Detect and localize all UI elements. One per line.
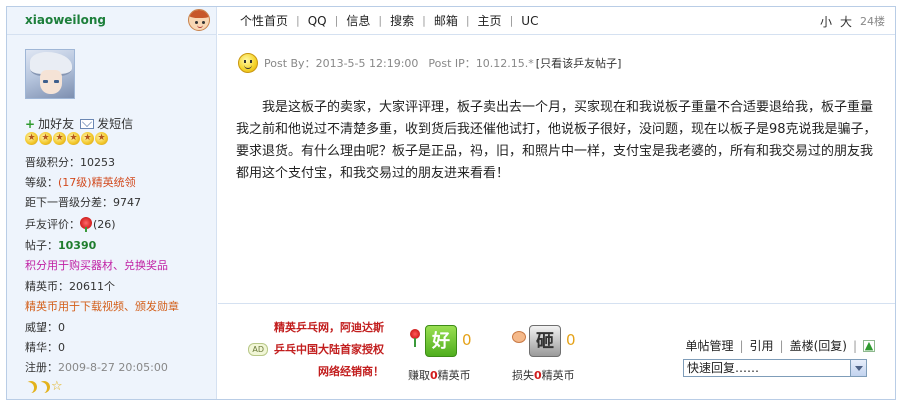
user-sidebar: xiaoweilong + 加好友 发短信 ★ ★ ★ ★ ★ ★ 晋级积分：1… (7, 7, 217, 399)
add-friend-label: 加好友 (38, 117, 75, 131)
vote-bad[interactable]: 砸 0 (512, 325, 576, 357)
user-actions: + 加好友 发短信 (25, 115, 133, 132)
star-icon: ★ (25, 132, 38, 145)
user-face-icon (188, 9, 210, 31)
quick-reply-value: 快速回复…… (687, 361, 760, 375)
post-body: 我是这板子的卖家，大家评评理，板子卖出去一个月，买家现在和我说板子重量不合适要退… (236, 100, 877, 181)
stat-points: 晋级积分：10253 (25, 156, 115, 169)
divider (218, 303, 895, 304)
send-message-button[interactable]: 发短信 (80, 115, 133, 132)
ad-line-1: 精英乒乓网，阿迪达斯 (274, 321, 384, 334)
nav-qq[interactable]: QQ (300, 14, 335, 28)
post-by-label: Post By： (264, 57, 316, 70)
ad-badge: AD (248, 343, 268, 356)
top-nav: 个性首页 | QQ | 信息 | 搜索 | 邮箱 | 主页 | UC 小 大 24楼 (218, 7, 895, 35)
only-this-user-link[interactable]: [只看该乒友帖子] (536, 55, 622, 71)
pig-icon (512, 331, 526, 343)
reply-floor-link[interactable]: 盖楼(回复) (790, 337, 847, 354)
add-friend-button[interactable]: + 加好友 (25, 115, 74, 132)
vote-good[interactable]: 好 0 (408, 325, 472, 357)
rank-stars: ★ ★ ★ ★ ★ ★ (25, 132, 108, 145)
post-ip: 10.12.15.* (475, 56, 534, 70)
nav-uc[interactable]: UC (513, 14, 546, 28)
plus-icon: + (25, 116, 36, 131)
nav-homepage[interactable]: 主页 (470, 12, 510, 29)
post-time: 2013-5-5 12:19:00 (315, 56, 419, 70)
nav-home[interactable]: 个性首页 (232, 12, 296, 29)
ad-line-3: 网络经销商！ (318, 365, 384, 378)
stat-essence: 精华：0 (25, 341, 65, 354)
back-to-top-icon[interactable]: ▲ (863, 339, 875, 352)
points-usage-link[interactable]: 积分用于购买器材、兑换奖品 (25, 258, 215, 274)
star-icon: ★ (95, 132, 108, 145)
stat-posts: 帖子：10390 (25, 239, 97, 252)
user-avatar[interactable] (25, 49, 75, 99)
user-header: xiaoweilong (7, 7, 216, 35)
bad-count: 0 (566, 331, 576, 349)
stat-rating: 乒友评价： (26) (25, 217, 116, 232)
post-frame: xiaoweilong + 加好友 发短信 ★ ★ ★ ★ ★ ★ 晋级积分：1… (6, 6, 896, 400)
star-icon: ★ (67, 132, 80, 145)
post-main: 个性首页 | QQ | 信息 | 搜索 | 邮箱 | 主页 | UC 小 大 24楼 Pos… (218, 7, 895, 399)
nav-mail[interactable]: 邮箱 (426, 12, 466, 29)
nav-search[interactable]: 搜索 (382, 12, 422, 29)
star-icon: ★ (53, 132, 66, 145)
stat-register: 注册：2009-8-27 20:05:00 (25, 361, 168, 374)
moon-icon (38, 381, 50, 393)
medal-icons: ☆ (25, 379, 64, 394)
rose-icon (408, 329, 422, 347)
flower-icon (80, 217, 92, 232)
floor-number: 24楼 (860, 15, 885, 28)
coins-usage-link[interactable]: 精英币用于下载视频、颁发勋章 (25, 299, 215, 315)
nav-info[interactable]: 信息 (338, 12, 378, 29)
moon-icon (25, 381, 37, 393)
ad-line-2: AD 乒乓中国大陆首家授权 (248, 339, 384, 361)
stat-coins: 精英币：20611个 (25, 280, 115, 293)
send-message-label: 发短信 (97, 117, 134, 131)
good-label: 赚取0精英币 (408, 369, 471, 382)
bad-badge-icon[interactable]: 砸 (529, 325, 561, 357)
star-icon: ★ (81, 132, 94, 145)
stat-prestige: 威望：0 (25, 321, 65, 334)
star-icon: ★ (39, 132, 52, 145)
post-manage-link[interactable]: 单帖管理 (685, 337, 733, 354)
smiley-icon (238, 53, 258, 73)
stat-next-level: 距下一晋级分差：9747 (25, 196, 141, 209)
star-icon: ☆ (51, 379, 63, 394)
ad-text[interactable]: 精英乒乓网，阿迪达斯 AD 乒乓中国大陆首家授权 网络经销商！ (248, 317, 384, 383)
font-large-button[interactable]: 大 (840, 13, 852, 30)
font-small-button[interactable]: 小 (820, 13, 832, 30)
username-link[interactable]: xiaoweilong (25, 13, 106, 27)
bad-label: 损失0精英币 (512, 369, 575, 382)
quote-link[interactable]: 引用 (750, 337, 774, 354)
good-count: 0 (462, 331, 472, 349)
mail-icon (80, 118, 95, 129)
stat-level: 等级：(17级)精英统领 (25, 176, 136, 189)
post-meta: Post By： 2013-5-5 12:19:00 Post IP： 10.1… (238, 53, 621, 73)
quick-reply-select[interactable]: 快速回复…… (683, 359, 867, 377)
chevron-down-icon[interactable] (850, 360, 866, 376)
good-badge-icon[interactable]: 好 (425, 325, 457, 357)
post-manage-bar: 单帖管理 | 引用 | 盖楼(回复) | ▲ (685, 337, 875, 354)
font-size-controls: 小 大 24楼 (820, 13, 885, 30)
post-ip-label: Post IP： (428, 57, 476, 70)
